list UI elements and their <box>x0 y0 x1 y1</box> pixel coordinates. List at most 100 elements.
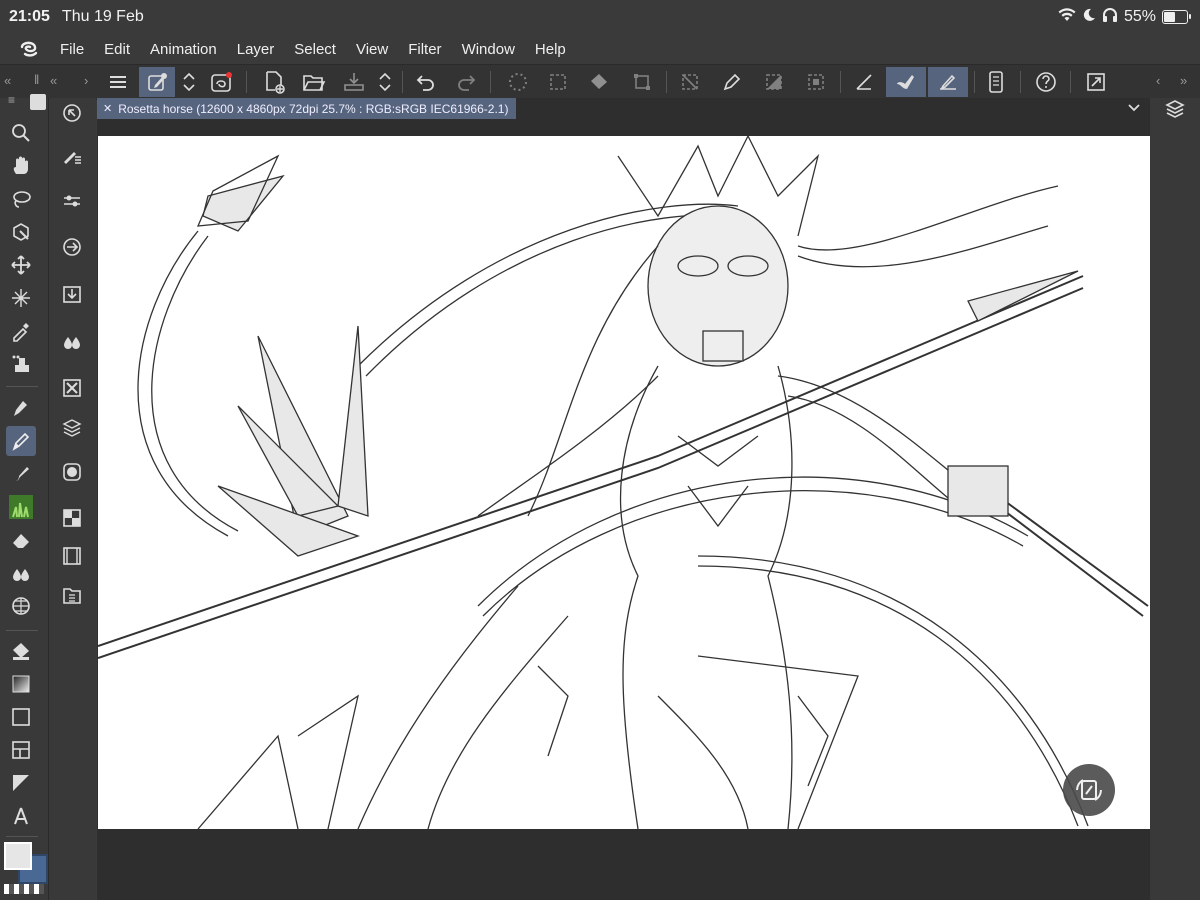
menu-file[interactable]: File <box>50 41 94 58</box>
headphones-icon <box>1102 7 1118 27</box>
menu-edit[interactable]: Edit <box>94 41 140 58</box>
selection-icon[interactable] <box>798 67 834 97</box>
pencil-tool-icon[interactable] <box>6 426 36 456</box>
foreground-color-swatch[interactable] <box>4 842 32 870</box>
toolbar-separator <box>974 71 975 93</box>
canvas[interactable] <box>98 136 1150 829</box>
circle-icon[interactable] <box>57 457 87 487</box>
battery-icon <box>1162 10 1191 24</box>
brush-settings-icon[interactable] <box>57 140 87 170</box>
canvas-tab-title: Rosetta horse (12600 x 4860px 72dpi 25.7… <box>118 101 509 116</box>
folder-grid-icon[interactable] <box>57 580 87 610</box>
blend-icon[interactable] <box>6 558 36 588</box>
expand-left-icon[interactable]: ‹ <box>1156 73 1160 88</box>
status-time: 21:05 <box>9 8 50 25</box>
menu-animation[interactable]: Animation <box>140 41 227 58</box>
perspective-icon[interactable] <box>6 591 36 621</box>
status-right: 55% <box>1058 7 1191 27</box>
menu-filter[interactable]: Filter <box>398 41 451 58</box>
toolbar-separator <box>1070 71 1071 93</box>
transform-icon[interactable] <box>624 67 660 97</box>
sub-tool-bar <box>49 98 96 900</box>
phone-icon[interactable] <box>978 67 1014 97</box>
list-icon[interactable]: ≡ <box>8 93 15 107</box>
stamp-icon[interactable] <box>6 349 36 379</box>
tool-separator <box>6 836 38 837</box>
wifi-icon <box>1058 7 1076 27</box>
battery-fill <box>1164 12 1175 22</box>
ruler-icon[interactable] <box>846 67 882 97</box>
grass-brush-icon[interactable] <box>6 492 36 522</box>
film-icon[interactable] <box>57 541 87 571</box>
ruler-pen-icon[interactable] <box>928 67 968 97</box>
right-panel-bar <box>1150 98 1200 900</box>
menu-layer[interactable]: Layer <box>227 41 285 58</box>
hamburger-menu-icon[interactable] <box>100 67 136 97</box>
transparent-color-swatch[interactable] <box>4 884 44 894</box>
fullscreen-icon[interactable] <box>1078 67 1114 97</box>
object-icon[interactable] <box>6 217 36 247</box>
hand-icon[interactable] <box>6 151 36 181</box>
invert-selection-icon[interactable] <box>756 67 792 97</box>
layers-icon[interactable] <box>1164 98 1186 125</box>
companion-icon[interactable] <box>204 67 240 97</box>
menu-select[interactable]: Select <box>284 41 346 58</box>
grid-icon[interactable] <box>57 503 87 533</box>
collapse-right-icon[interactable]: » <box>1180 73 1187 88</box>
pen-small-icon[interactable] <box>30 94 46 110</box>
toolbar-separator <box>402 71 403 93</box>
close-icon[interactable]: ✕ <box>103 102 112 115</box>
fill-icon[interactable] <box>582 67 618 97</box>
collapse-left-icon[interactable]: « <box>50 73 57 88</box>
text-icon[interactable] <box>6 801 36 831</box>
edit-icon[interactable] <box>139 67 175 97</box>
pen-icon[interactable] <box>714 67 750 97</box>
menu-help[interactable]: Help <box>525 41 576 58</box>
zoom-icon[interactable] <box>6 118 36 148</box>
slider-icon[interactable] <box>57 186 87 216</box>
menu-view[interactable]: View <box>346 41 398 58</box>
eraser-icon[interactable] <box>6 525 36 555</box>
marker-icon[interactable] <box>6 459 36 489</box>
toolbar-separator <box>490 71 491 93</box>
brush-icon[interactable] <box>886 67 926 97</box>
canvas-tab[interactable]: ✕ Rosetta horse (12600 x 4860px 72dpi 25… <box>97 98 517 119</box>
rectangle-icon[interactable] <box>6 702 36 732</box>
open-folder-icon[interactable] <box>296 67 332 97</box>
auto-select-icon[interactable] <box>6 283 36 313</box>
move-icon[interactable] <box>6 250 36 280</box>
fill-bucket-icon[interactable] <box>6 636 36 666</box>
chevron-down-icon[interactable] <box>1126 99 1142 120</box>
deselect-icon[interactable] <box>672 67 708 97</box>
select-all-icon[interactable] <box>540 67 576 97</box>
help-icon[interactable] <box>1028 67 1064 97</box>
loading-icon[interactable] <box>500 67 536 97</box>
frame-icon[interactable] <box>6 735 36 765</box>
cross-icon[interactable] <box>57 373 87 403</box>
expand-right-icon[interactable]: › <box>84 73 88 88</box>
line-art-illustration <box>98 136 1149 829</box>
toolbar-separator <box>1020 71 1021 93</box>
ruler-tool-icon[interactable] <box>6 768 36 798</box>
new-file-icon[interactable] <box>256 67 292 97</box>
transfer-icon[interactable] <box>57 232 87 262</box>
layers-plus-icon[interactable] <box>57 413 87 443</box>
eyedropper-icon[interactable] <box>6 316 36 346</box>
gradient-icon[interactable] <box>6 669 36 699</box>
drops-icon[interactable] <box>57 326 87 356</box>
lasso-icon[interactable] <box>6 184 36 214</box>
chevron-updown-icon[interactable] <box>372 67 398 97</box>
clip-studio-logo[interactable] <box>14 38 44 60</box>
redo-icon[interactable] <box>448 67 484 97</box>
undo-icon[interactable] <box>408 67 444 97</box>
canvas-rotate-button[interactable] <box>1063 764 1115 816</box>
panel-divider-icon[interactable]: ‖ <box>34 72 39 87</box>
collapse-left-icon[interactable]: « <box>4 73 11 88</box>
chevron-updown-icon[interactable] <box>176 67 202 97</box>
import-icon[interactable] <box>57 279 87 309</box>
save-icon[interactable] <box>336 67 372 97</box>
menu-window[interactable]: Window <box>452 41 525 58</box>
pen-tool-icon[interactable] <box>6 393 36 423</box>
tool-bar-header[interactable]: ≡ <box>0 93 48 112</box>
cursor-icon[interactable] <box>57 98 87 128</box>
